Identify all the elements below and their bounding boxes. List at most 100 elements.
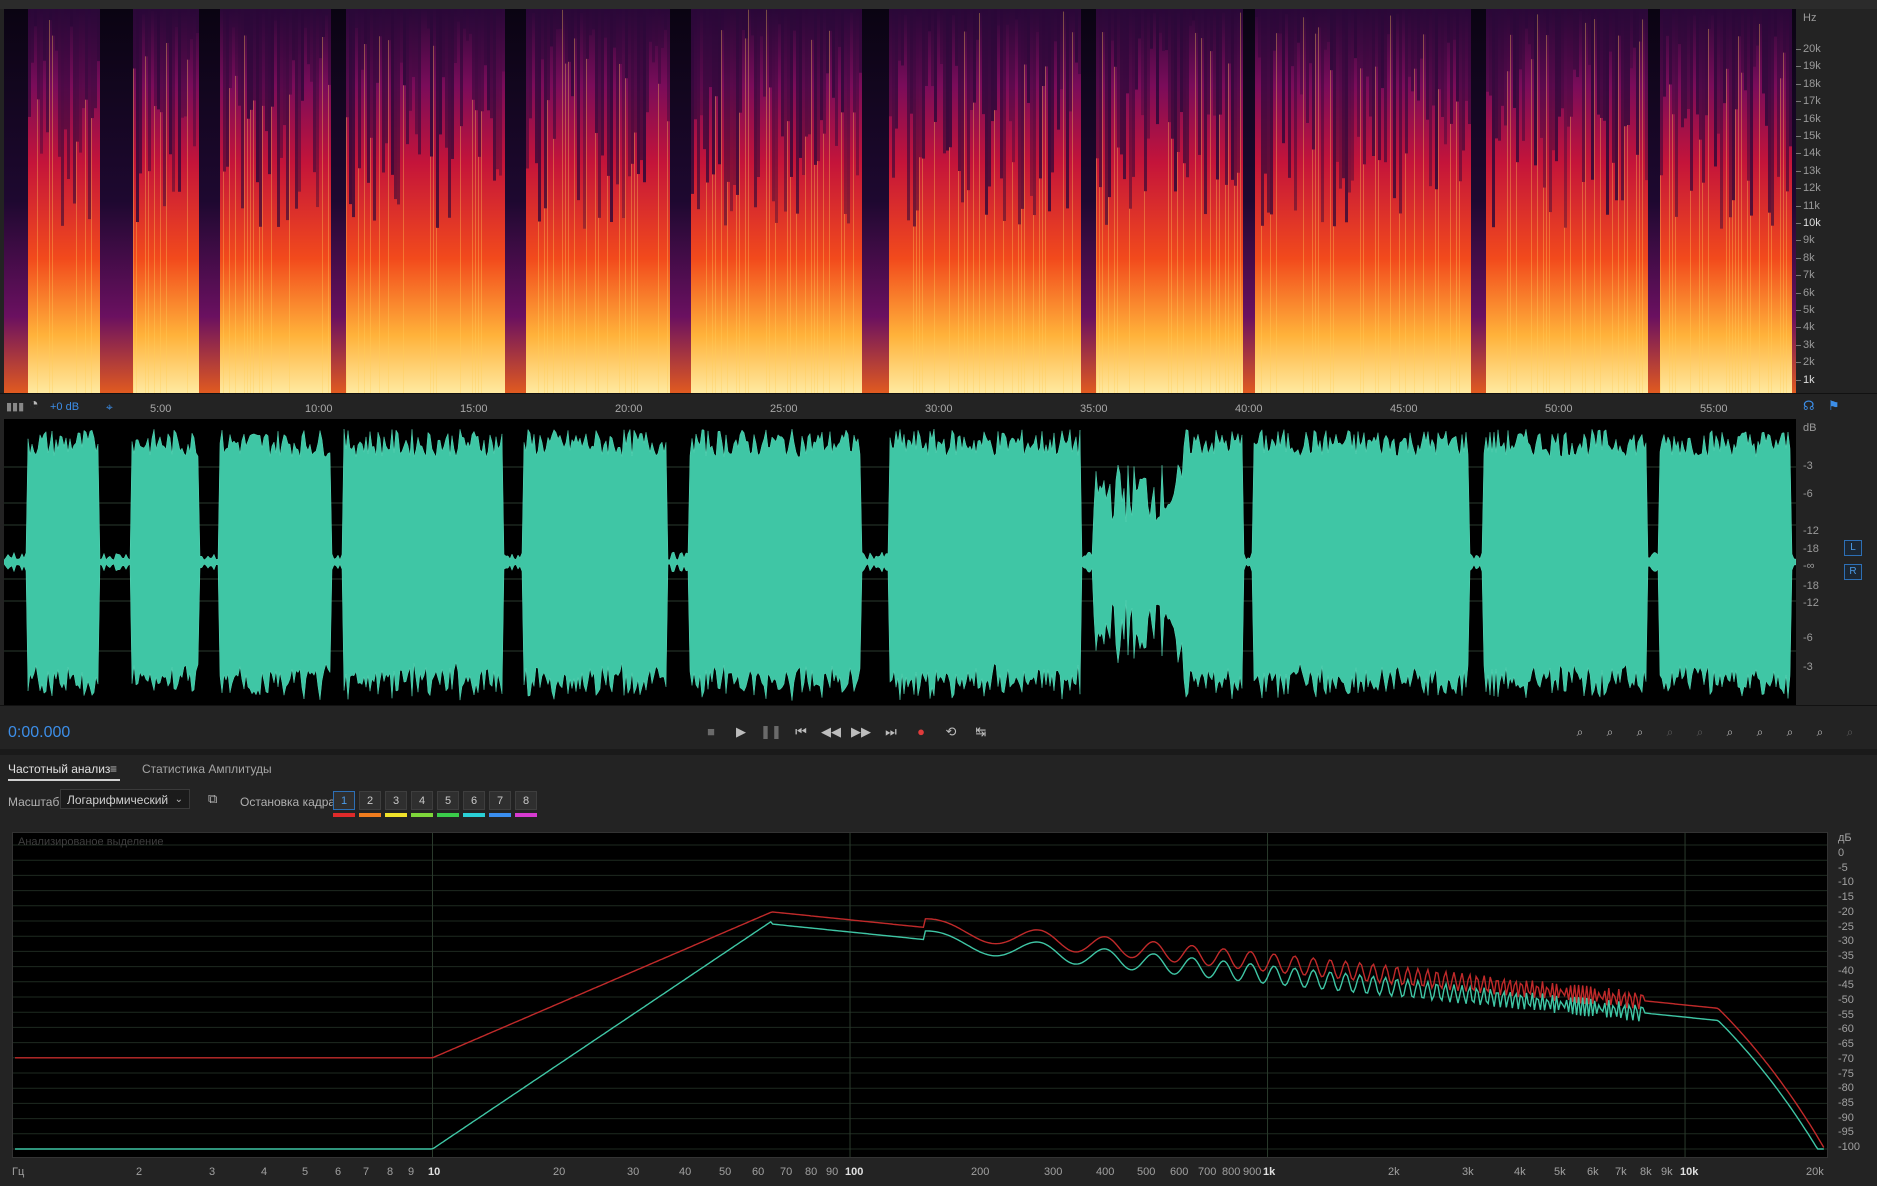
skip-selection-icon[interactable]: ↹	[970, 722, 992, 742]
hz-tick-label: 5k	[1803, 304, 1815, 316]
spectrum-db-tick-label: -85	[1838, 1096, 1854, 1109]
freq-tick-label: 3k	[1462, 1166, 1474, 1178]
time-tick-label: 40:00	[1235, 403, 1263, 415]
snapshot-icon[interactable]: ⧉	[208, 791, 217, 807]
hz-tick	[1796, 205, 1801, 207]
freeze-frame-button[interactable]: 7	[489, 791, 511, 810]
freq-tick-label: 20k	[1806, 1166, 1824, 1178]
hz-tick-label: 3k	[1803, 338, 1815, 351]
spectrum-db-tick-label: -45	[1838, 979, 1854, 992]
top-resize-bar[interactable]	[0, 0, 1877, 9]
freq-tick-label: 1k	[1263, 1166, 1276, 1178]
spectral-frequency-display[interactable]	[4, 9, 1796, 393]
spectrum-db-tick-label: -90	[1838, 1111, 1854, 1124]
freeze-frame-button[interactable]: 6	[463, 791, 485, 810]
headphones-icon[interactable]: ☊	[1803, 398, 1815, 414]
freeze-frame-button[interactable]: 1	[333, 791, 355, 810]
tab-amplitude-statistics[interactable]: Статистика Амплитуды	[142, 762, 272, 776]
spectrum-db-tick-label: -30	[1838, 935, 1854, 948]
hz-tick	[1796, 136, 1801, 137]
freq-tick-label: 800	[1222, 1166, 1241, 1178]
scale-dropdown[interactable]: Логарифмический ⌄	[60, 789, 190, 809]
hz-tick	[1796, 344, 1801, 346]
db-tick-label: -∞	[1803, 560, 1815, 572]
spectrum-db-tick-label: -100	[1838, 1141, 1861, 1153]
freq-tick-label: 500	[1137, 1166, 1156, 1178]
spectrum-db-unit: дБ	[1838, 832, 1852, 844]
timecode-display[interactable]: 0:00.000	[8, 724, 70, 742]
panel-menu-icon[interactable]: ≡	[110, 762, 117, 776]
zoom-in-amplitude-icon[interactable]: ⌕	[1569, 722, 1591, 742]
gain-label[interactable]: +0 dB	[50, 401, 79, 413]
skip-end-icon[interactable]: ⏭	[880, 722, 902, 742]
zoom-extra-icon[interactable]: ⌕	[1839, 722, 1861, 742]
freq-tick-label: 10	[428, 1166, 441, 1178]
frequency-spectrum-graph[interactable]	[12, 832, 1828, 1158]
freeze-frame-button[interactable]: 4	[411, 791, 433, 810]
zoom-selection-icon[interactable]: ⌕	[1689, 722, 1711, 742]
freeze-frame-button[interactable]: 3	[385, 791, 407, 810]
freeze-frame-color-swatch	[333, 813, 355, 817]
spectrum-db-tick-label: -55	[1838, 1008, 1854, 1021]
time-tick-label: 25:00	[770, 403, 798, 415]
stop-icon[interactable]: ■	[700, 722, 722, 742]
zoom-in-time-icon[interactable]: ⌕	[1629, 722, 1651, 742]
db-tick-label: -6	[1803, 488, 1813, 500]
hz-tick-label: 20k	[1803, 43, 1821, 55]
pause-icon[interactable]: ❚❚	[760, 722, 782, 742]
freq-tick-label: 400	[1096, 1166, 1115, 1178]
spectrum-db-tick-label: -95	[1838, 1126, 1854, 1139]
freeze-frame-color-swatch	[515, 813, 537, 817]
hz-tick	[1796, 275, 1801, 277]
zoom-full-icon[interactable]: ⌕	[1779, 722, 1801, 742]
record-icon[interactable]: ●	[910, 722, 932, 742]
tab-frequency-analysis[interactable]: Частотный анализ	[8, 762, 110, 776]
spectrum-db-tick-label: -75	[1838, 1067, 1854, 1080]
freeze-frame-button[interactable]: 8	[515, 791, 537, 810]
zoom-in-left-icon[interactable]: ⌕	[1719, 722, 1741, 742]
freq-tick-label: 20	[553, 1166, 566, 1178]
panel-divider[interactable]	[0, 749, 1877, 755]
hz-tick-label: 4k	[1803, 321, 1815, 334]
marker-icon[interactable]: ⚑	[1828, 398, 1840, 414]
zoom-out-time-icon[interactable]: ⌕	[1659, 722, 1681, 742]
pin-icon[interactable]: ⌖	[106, 400, 113, 415]
play-icon[interactable]: ▶	[730, 722, 752, 742]
freq-tick-label: 9k	[1661, 1166, 1673, 1178]
rewind-icon[interactable]: ◀◀	[820, 722, 842, 742]
freq-tick-label: 5	[302, 1166, 309, 1178]
fast-forward-icon[interactable]: ▶▶	[850, 722, 872, 742]
hz-tick-label: 19k	[1803, 60, 1821, 73]
zoom-out-amplitude-icon[interactable]: ⌕	[1599, 722, 1621, 742]
freeze-frame-color-swatch	[411, 813, 433, 817]
freq-tick-label: 60	[752, 1166, 765, 1178]
hz-tick	[1796, 362, 1801, 364]
hz-tick	[1796, 292, 1801, 294]
freq-tick-label: 2k	[1388, 1166, 1400, 1178]
freeze-frame-button[interactable]: 2	[359, 791, 381, 810]
db-tick-label: -18	[1803, 580, 1819, 592]
channel-left-button[interactable]: L	[1844, 540, 1862, 556]
freeze-frame-button[interactable]: 5	[437, 791, 459, 810]
spectrum-db-tick-label: -25	[1838, 920, 1854, 933]
freq-tick-label: 100	[845, 1166, 864, 1178]
freq-tick-label: 6k	[1587, 1166, 1599, 1178]
freq-tick-label: 10k	[1680, 1166, 1699, 1178]
freq-tick-label: 8	[387, 1166, 394, 1178]
freq-tick-label: 7	[363, 1166, 370, 1178]
skip-start-icon[interactable]: ⏮	[790, 722, 812, 742]
db-tick-label: -3	[1803, 460, 1813, 472]
loop-icon[interactable]: ⟲	[940, 722, 962, 742]
active-tab-indicator	[8, 779, 120, 781]
waveform-display[interactable]	[4, 419, 1796, 705]
freq-tick-label: 5k	[1554, 1166, 1566, 1178]
hz-tick	[1796, 83, 1801, 85]
hz-tick	[1796, 223, 1801, 224]
freq-tick-label: 2	[136, 1166, 143, 1178]
zoom-in-right-icon[interactable]: ⌕	[1749, 722, 1771, 742]
channel-right-button[interactable]: R	[1844, 564, 1862, 580]
gain-knob-icon[interactable]: ◔	[29, 396, 39, 414]
hz-tick	[1796, 310, 1801, 311]
freq-tick-label: 3	[209, 1166, 216, 1178]
zoom-reset-icon[interactable]: ⌕	[1809, 722, 1831, 742]
